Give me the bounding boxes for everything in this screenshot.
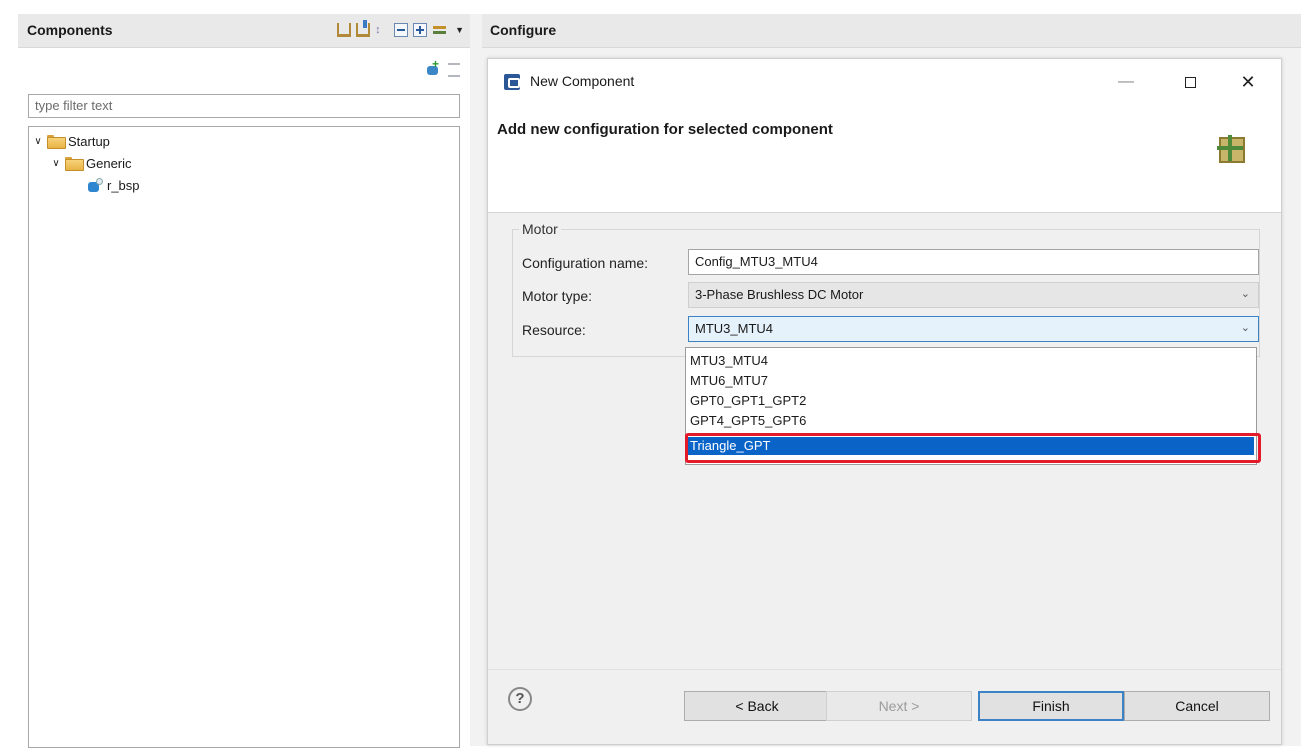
- resource-option[interactable]: MTU6_MTU7: [688, 372, 1254, 390]
- motor-type-label: Motor type:: [522, 288, 593, 304]
- motor-type-select[interactable]: 3-Phase Brushless DC Motor ⌄: [688, 282, 1259, 308]
- resource-option[interactable]: MTU3_MTU4: [688, 352, 1254, 370]
- dialog-titlebar[interactable]: New Component — ✕: [488, 59, 1281, 105]
- collapse-tree-icon[interactable]: [394, 23, 409, 37]
- tree-item-startup[interactable]: ∨ Startup: [33, 131, 110, 151]
- cancel-button[interactable]: Cancel: [1124, 691, 1270, 721]
- finish-button[interactable]: Finish: [978, 691, 1124, 721]
- panel-divider[interactable]: [470, 14, 482, 746]
- configure-header: Configure: [482, 14, 1301, 48]
- component-wizard-icon: [1217, 135, 1245, 163]
- configure-title: Configure: [490, 22, 557, 38]
- resource-label: Resource:: [522, 322, 586, 338]
- filter-input[interactable]: type filter text: [28, 94, 460, 118]
- tree-label: r_bsp: [107, 177, 140, 193]
- chevron-down-icon: ⌄: [1240, 288, 1250, 300]
- tree-item-generic[interactable]: ∨ Generic: [51, 153, 132, 173]
- folder-icon: [47, 135, 66, 149]
- components-panel: Components ↕ ▼ type filter text ∨ Startu…: [18, 14, 470, 748]
- remove-component-icon[interactable]: [448, 63, 460, 77]
- folder-icon: [65, 157, 84, 171]
- component-tree: ∨ Startup ∨ Generic r_bsp: [28, 126, 460, 748]
- resource-value: MTU3_MTU4: [695, 321, 774, 336]
- footer-separator: [488, 669, 1281, 670]
- component-actions: [426, 57, 460, 77]
- components-header: Components ↕ ▼: [18, 14, 470, 48]
- maximize-icon: [1184, 77, 1196, 88]
- chevron-down-icon[interactable]: ∨: [33, 136, 43, 147]
- resource-select[interactable]: MTU3_MTU4 ⌄: [688, 316, 1259, 342]
- components-toolbar: ↕ ▼: [337, 20, 464, 37]
- new-component-dialog: New Component — ✕ Add new configuration …: [487, 58, 1282, 745]
- expand-all-icon[interactable]: [356, 20, 371, 37]
- motor-type-value: 3-Phase Brushless DC Motor: [695, 287, 864, 302]
- tree-label: Generic: [86, 155, 132, 171]
- add-component-icon[interactable]: [426, 57, 440, 76]
- dialog-title: New Component: [530, 73, 635, 89]
- maximize-button[interactable]: [1170, 67, 1210, 97]
- app-icon: [504, 74, 520, 90]
- expand-tree-icon[interactable]: [413, 23, 428, 37]
- motor-group: Motor Configuration name: Config_MTU3_MT…: [512, 221, 1260, 357]
- tree-item-r-bsp[interactable]: r_bsp: [87, 175, 140, 195]
- help-icon[interactable]: ?: [508, 687, 532, 711]
- selection-highlight: [685, 433, 1261, 463]
- group-label: Motor: [519, 221, 561, 237]
- config-name-label: Configuration name:: [522, 255, 649, 271]
- close-button[interactable]: ✕: [1228, 67, 1268, 97]
- chevron-down-icon[interactable]: ∨: [51, 158, 61, 169]
- resource-option[interactable]: GPT0_GPT1_GPT2: [688, 392, 1254, 410]
- back-button[interactable]: < Back: [684, 691, 830, 721]
- resource-option[interactable]: GPT4_GPT5_GPT6: [688, 412, 1254, 430]
- config-name-input[interactable]: Config_MTU3_MTU4: [688, 249, 1259, 275]
- minimize-button[interactable]: —: [1106, 67, 1146, 97]
- component-icon: [87, 178, 103, 192]
- chevron-down-icon: ⌄: [1240, 322, 1250, 334]
- sync-icon[interactable]: [432, 23, 448, 37]
- chevron-down-icon[interactable]: ▼: [455, 25, 464, 35]
- dialog-banner: Add new configuration for selected compo…: [488, 105, 1281, 213]
- sort-icon[interactable]: ↕: [375, 23, 389, 37]
- next-button[interactable]: Next >: [826, 691, 972, 721]
- tree-label: Startup: [68, 133, 110, 149]
- components-title: Components: [27, 22, 113, 38]
- collapse-all-icon[interactable]: [337, 23, 352, 37]
- banner-title: Add new configuration for selected compo…: [497, 121, 833, 138]
